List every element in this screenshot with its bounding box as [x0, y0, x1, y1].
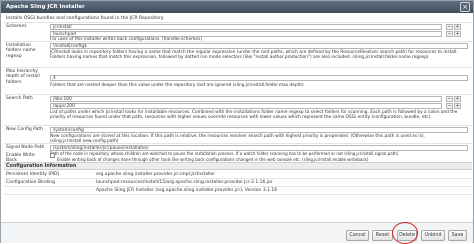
max-depth-row: Max hierarchy depth of install folders 4…	[4, 67, 472, 94]
remove-search-path-1-button[interactable]: −	[446, 96, 453, 102]
bundle-value: Apache Sling JCR Installer (org.apache.s…	[96, 188, 278, 193]
bundle-row: Apache Sling JCR Installer (org.apache.s…	[4, 187, 472, 195]
installation-folders-label: Installation folders name regexp	[6, 43, 36, 59]
close-icon[interactable]: ×	[460, 2, 470, 12]
signal-node-path-label: Signal Node Path	[6, 145, 45, 150]
dialog-description: Installs OSGi bundles and configurations…	[6, 16, 165, 21]
binding-row: Configuration Binding launchpad:resource…	[4, 179, 472, 187]
unbind-button[interactable]: Unbind	[421, 230, 445, 241]
enable-writeback-row: Enable Write Back Enable writing back of…	[4, 153, 472, 163]
max-depth-input[interactable]: 4	[50, 75, 468, 81]
new-config-path-label: New Config Path	[6, 127, 43, 132]
installation-folders-input[interactable]: \/install|config$	[50, 43, 468, 49]
enable-writeback-checkbox[interactable]	[50, 153, 55, 158]
save-button[interactable]: Save	[448, 230, 467, 241]
dialog-footer: Cancel Reset Delete Unbind Save	[1, 222, 473, 243]
new-config-path-row: New Config Path system/config New config…	[4, 125, 472, 144]
pid-label: Persistent Identity (PID)	[6, 172, 60, 177]
binding-value: launchpad:resources/install/15/org.apach…	[96, 180, 273, 185]
new-config-path-input[interactable]: system/config	[50, 127, 468, 133]
search-path-label: Search Path	[6, 96, 33, 101]
schemes-input[interactable]: jcrinstall	[50, 24, 442, 30]
add-search-path-2-button[interactable]: +	[454, 103, 461, 109]
delete-button[interactable]: Delete	[397, 230, 417, 241]
max-depth-label: Max hierarchy depth of install folders	[6, 69, 40, 85]
remove-search-path-2-button[interactable]: −	[446, 103, 453, 109]
pid-row: Persistent Identity (PID) org.apache.sli…	[4, 171, 472, 179]
search-path-help: List of paths under which jcrinstall loo…	[50, 110, 458, 121]
add-scheme-button[interactable]: +	[454, 24, 461, 30]
installation-folders-row: Installation folders name regexp \/insta…	[4, 41, 472, 67]
configuration-information-heading: Configuration Information	[4, 162, 472, 170]
search-path-input-2[interactable]: /apps:200	[50, 103, 442, 109]
schemes-row: Schemes jcrinstall − + launchpad − + For…	[4, 22, 472, 42]
reset-button[interactable]: Reset	[372, 230, 393, 241]
remove-scheme-button[interactable]: −	[446, 24, 453, 30]
dialog-title: Apache Sling JCR Installer	[6, 4, 85, 10]
config-dialog: Apache Sling JCR Installer × Installs OS…	[0, 0, 474, 244]
signal-node-path-row: Signal Node Path /system/sling/installer…	[4, 143, 472, 156]
add-search-path-1-button[interactable]: +	[454, 96, 461, 102]
search-path-input-1[interactable]: /libs:100	[50, 96, 442, 102]
installation-folders-help: JCRInstall looks in repository folders h…	[50, 50, 458, 61]
pid-value: org.apache.sling.installer.provider.jcr.…	[96, 172, 216, 177]
dialog-titlebar: Apache Sling JCR Installer	[1, 1, 473, 13]
binding-label: Configuration Binding	[6, 180, 55, 185]
max-depth-help: Folders that are nested deeper than this…	[50, 83, 304, 88]
schemes-label: Schemes	[6, 24, 27, 29]
cancel-button[interactable]: Cancel	[346, 230, 369, 241]
search-path-row: Search Path /libs:100 − + /apps:200 − + …	[4, 94, 472, 125]
